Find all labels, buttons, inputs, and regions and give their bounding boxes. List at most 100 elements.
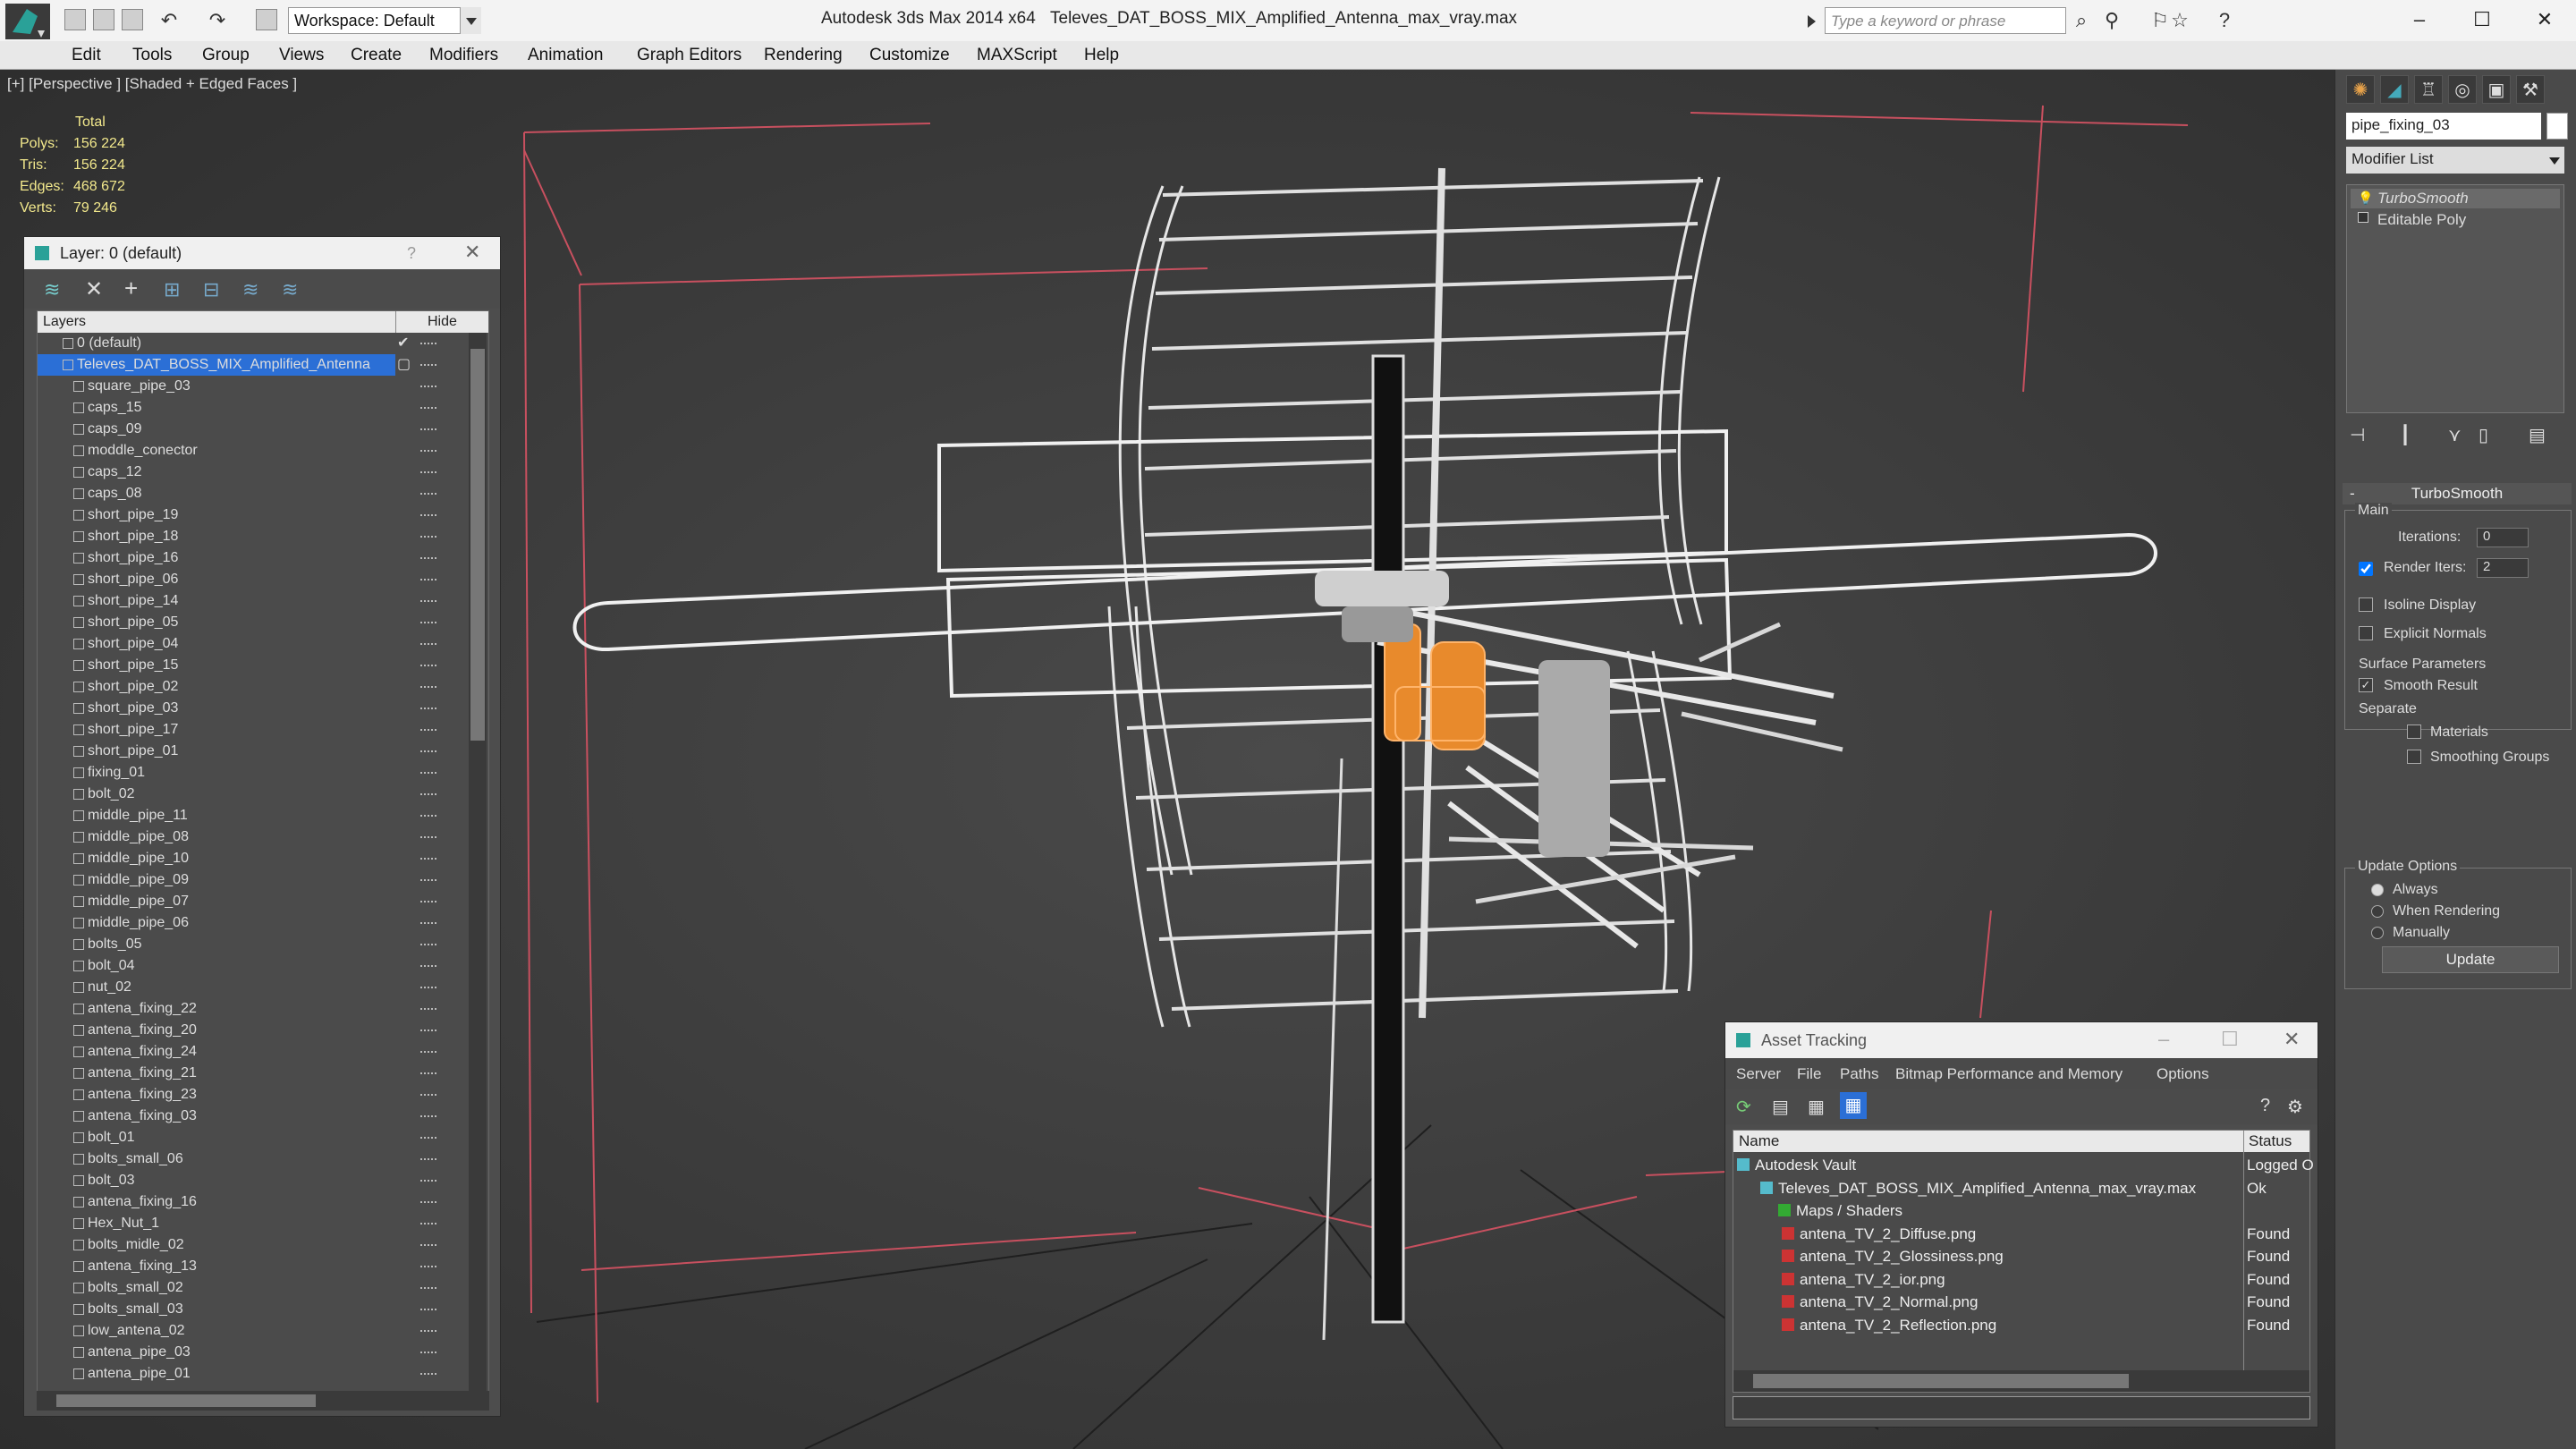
hide-toggle[interactable]: [420, 557, 436, 559]
redo-icon[interactable]: ↷: [206, 9, 229, 32]
hide-toggle[interactable]: [420, 729, 436, 731]
hide-toggle[interactable]: [420, 1051, 436, 1053]
layer-row[interactable]: short_pipe_01: [38, 741, 476, 762]
menu-group[interactable]: Group: [202, 46, 250, 65]
hscroll-thumb[interactable]: [56, 1394, 316, 1407]
asset-row[interactable]: antena_TV_2_Reflection.png Found: [1733, 1314, 2309, 1336]
close-icon[interactable]: ✕: [2284, 1028, 2300, 1051]
layer-row[interactable]: antena_fixing_24: [38, 1041, 476, 1063]
hide-toggle[interactable]: [420, 815, 436, 817]
layer-row[interactable]: short_pipe_16: [38, 547, 476, 569]
turbosmooth-rollout-header[interactable]: - TurboSmooth: [2343, 483, 2572, 504]
search-expand-icon[interactable]: [1805, 13, 1818, 30]
layer-row[interactable]: Hex_Nut_1: [38, 1213, 476, 1234]
chevron-down-icon[interactable]: [460, 7, 481, 34]
asset-menu-file[interactable]: File: [1797, 1065, 1821, 1083]
layer-row[interactable]: bolts_05: [38, 934, 476, 955]
layer-row[interactable]: 0 (default) ✔: [38, 333, 476, 354]
maximize-icon[interactable]: ☐: [2221, 1028, 2239, 1051]
layer-row[interactable]: Televes_DAT_BOSS_MIX_Amplified_Antenna ▢: [38, 354, 436, 376]
modifier-stack[interactable]: TurboSmooth Editable Poly 💡: [2346, 184, 2564, 413]
hide-toggle[interactable]: [420, 1008, 436, 1010]
menu-tools[interactable]: Tools: [132, 46, 172, 65]
asset-menu-bitmap[interactable]: Bitmap Performance and Memory: [1895, 1065, 2123, 1083]
asset-table[interactable]: Name Status Autodesk Vault Logged O Televe…: [1733, 1130, 2314, 1393]
expand-icon[interactable]: [2358, 212, 2368, 223]
hide-toggle[interactable]: [420, 493, 436, 495]
iterations-spinner[interactable]: 0: [2477, 528, 2529, 547]
viewport-label[interactable]: [+] [Perspective ] [Shaded + Edged Faces…: [7, 75, 297, 93]
always-radio[interactable]: [2371, 884, 2384, 896]
add-to-layer-icon[interactable]: +: [124, 275, 138, 302]
asset-path-field[interactable]: [1733, 1396, 2310, 1419]
layer-row[interactable]: middle_pipe_09: [38, 869, 476, 891]
layer-row[interactable]: antena_fixing_20: [38, 1020, 476, 1041]
hide-toggle[interactable]: [420, 622, 436, 623]
hide-toggle[interactable]: [420, 514, 436, 516]
highlight-layer-icon[interactable]: ⊟: [203, 278, 219, 301]
update-button[interactable]: Update: [2382, 946, 2559, 973]
layer-row[interactable]: short_pipe_15: [38, 655, 476, 676]
hide-toggle[interactable]: [420, 471, 436, 473]
hide-toggle[interactable]: [420, 772, 436, 774]
hide-toggle[interactable]: [420, 407, 436, 409]
layer-row[interactable]: antena_fixing_13: [38, 1256, 476, 1277]
display-tab-icon[interactable]: ▣: [2482, 75, 2511, 104]
layer-row[interactable]: bolts_small_03: [38, 1299, 476, 1320]
hide-toggle[interactable]: [420, 1137, 436, 1139]
layer-row[interactable]: short_pipe_17: [38, 719, 476, 741]
layer-row[interactable]: bolts_small_06: [38, 1148, 476, 1170]
hide-toggle[interactable]: [420, 1180, 436, 1182]
layer-row[interactable]: bolt_04: [38, 955, 476, 977]
hide-toggle[interactable]: [420, 579, 436, 580]
layer-row[interactable]: square_pipe_03: [38, 376, 476, 397]
render-iters-checkbox[interactable]: [2359, 562, 2373, 576]
object-name-field[interactable]: pipe_fixing_03: [2346, 113, 2541, 140]
layer-row[interactable]: antena_pipe_03: [38, 1342, 476, 1363]
hide-toggle[interactable]: [420, 922, 436, 924]
hide-toggle[interactable]: [420, 944, 436, 945]
asset-menu-options[interactable]: Options: [2157, 1065, 2209, 1083]
hide-toggle[interactable]: [420, 1094, 436, 1096]
current-layer-check-icon[interactable]: ✔: [397, 333, 409, 354]
hide-toggle[interactable]: [420, 901, 436, 902]
hide-toggle[interactable]: [420, 364, 436, 366]
app-logo-icon[interactable]: [5, 4, 50, 39]
make-unique-icon[interactable]: ⋎: [2448, 424, 2462, 446]
hide-toggle[interactable]: [420, 1266, 436, 1267]
asset-menu-paths[interactable]: Paths: [1840, 1065, 1878, 1083]
settings-icon[interactable]: ⚙: [2287, 1096, 2303, 1118]
menu-create[interactable]: Create: [351, 46, 402, 65]
create-layer-icon[interactable]: ≋: [44, 278, 60, 301]
save-file-icon[interactable]: [122, 9, 143, 30]
stack-item-turbosmooth[interactable]: TurboSmooth: [2351, 189, 2560, 208]
layer-list[interactable]: Layers Hide 0 (default) ✔ Televes_DAT_BOSS…: [37, 310, 489, 1393]
project-folder-icon[interactable]: [256, 9, 277, 30]
hide-toggle[interactable]: [420, 686, 436, 688]
favorites-icon[interactable]: ☆: [2168, 9, 2191, 32]
delete-layer-icon[interactable]: ✕: [85, 276, 103, 302]
layer-row[interactable]: bolts_small_02: [38, 1277, 476, 1299]
hide-toggle[interactable]: [420, 879, 436, 881]
smoothing-groups-checkbox[interactable]: [2407, 750, 2421, 764]
layer-row[interactable]: short_pipe_06: [38, 569, 476, 590]
hide-toggle[interactable]: [420, 836, 436, 838]
search-icon[interactable]: ⚲: [2100, 9, 2123, 32]
asset-row[interactable]: Autodesk Vault Logged O: [1733, 1154, 2314, 1176]
layer-row[interactable]: middle_pipe_11: [38, 805, 476, 826]
col-layers[interactable]: Layers: [43, 311, 86, 333]
asset-menu-server[interactable]: Server: [1736, 1065, 1781, 1083]
when-rendering-radio[interactable]: [2371, 905, 2384, 918]
hide-all-icon[interactable]: ≋: [242, 278, 258, 301]
explicit-normals-checkbox[interactable]: [2359, 626, 2373, 640]
freeze-all-icon[interactable]: ≋: [282, 278, 298, 301]
layer-row[interactable]: antena_pipe_01: [38, 1363, 476, 1385]
col-name[interactable]: Name: [1739, 1131, 1779, 1152]
asset-row[interactable]: antena_TV_2_Glossiness.png Found: [1733, 1245, 2309, 1267]
hide-toggle[interactable]: [420, 536, 436, 538]
help-icon[interactable]: ?: [2213, 9, 2236, 32]
layer-row[interactable]: antena_fixing_21: [38, 1063, 476, 1084]
hide-toggle[interactable]: [420, 1201, 436, 1203]
configure-sets-icon[interactable]: ▤: [2529, 424, 2546, 446]
layer-row[interactable]: antena_fixing_22: [38, 998, 476, 1020]
